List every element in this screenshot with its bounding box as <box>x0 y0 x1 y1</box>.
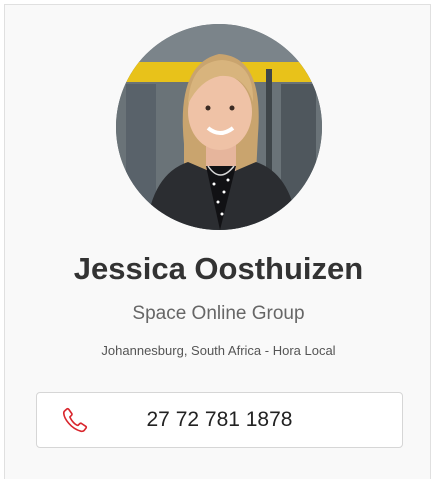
profile-company: Space Online Group <box>132 303 305 324</box>
profile-avatar <box>116 24 322 230</box>
profile-card: Jessica Oosthuizen Space Online Group Jo… <box>4 4 431 479</box>
profile-name: Jessica Oosthuizen <box>73 251 364 286</box>
profile-location: Johannesburg, South Africa - Hora Local <box>101 343 336 358</box>
phone-number[interactable]: 27 72 781 1878 <box>37 393 402 447</box>
phone-button[interactable]: 27 72 781 1878 <box>36 392 403 448</box>
profile-photo <box>116 24 322 230</box>
